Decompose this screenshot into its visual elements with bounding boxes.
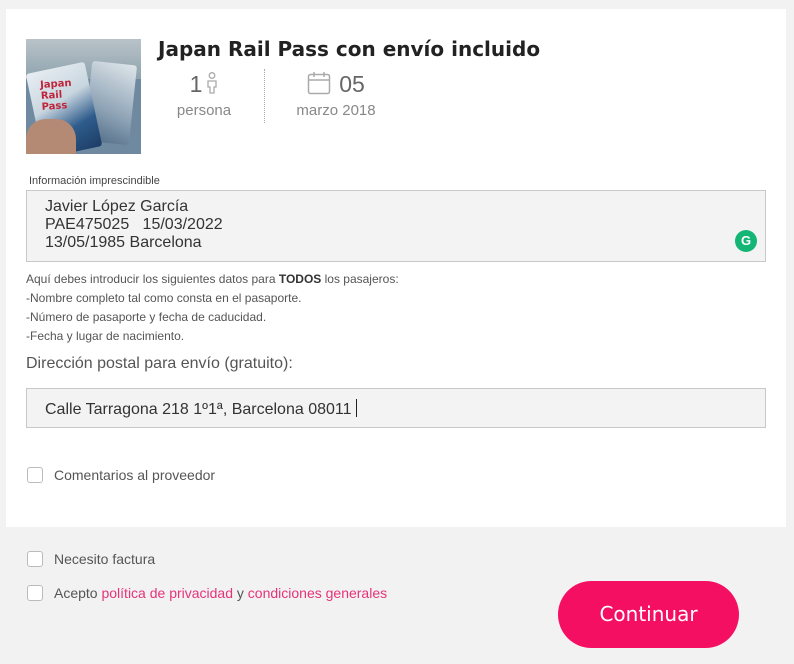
- terms-prefix: Acepto: [54, 585, 102, 601]
- info-line-2: PAE475025 15/03/2022: [45, 216, 223, 233]
- comments-checkbox-label: Comentarios al proveedor: [54, 467, 216, 483]
- date-day: 05: [339, 71, 365, 97]
- product-title: Japan Rail Pass con envío incluido: [158, 37, 541, 61]
- persons-count: 1: [189, 71, 203, 97]
- calendar-icon: [307, 72, 331, 95]
- continue-button[interactable]: Continuar: [558, 581, 739, 648]
- address-label: Dirección postal para envío (gratuito):: [26, 355, 293, 372]
- comments-checkbox-row[interactable]: Comentarios al proveedor: [27, 467, 215, 483]
- passenger-info-textarea[interactable]: Javier López García PAE475025 15/03/2022…: [26, 190, 766, 262]
- invoice-checkbox-row[interactable]: Necesito factura: [27, 551, 155, 567]
- product-image: Japan Rail Pass: [26, 39, 141, 154]
- terms-checkbox[interactable]: [27, 585, 43, 601]
- booking-card: Japan Rail Pass Japan Rail Pass con enví…: [6, 9, 786, 527]
- person-icon: [207, 72, 218, 94]
- privacy-policy-link[interactable]: política de privacidad: [101, 585, 233, 601]
- address-value: Calle Tarragona 218 1º1ª, Barcelona 0801…: [45, 401, 352, 418]
- persons-info: 1 persona: [164, 71, 244, 119]
- comments-checkbox[interactable]: [27, 467, 43, 483]
- grammarly-icon[interactable]: G: [735, 230, 757, 252]
- date-info: 05 marzo 2018: [276, 71, 396, 119]
- conditions-link[interactable]: condiciones generales: [248, 585, 387, 601]
- terms-checkbox-row: Acepto política de privacidad y condicio…: [27, 585, 387, 601]
- invoice-checkbox-label: Necesito factura: [54, 551, 156, 567]
- info-field-label: Información imprescindible: [29, 175, 160, 187]
- date-month-year: marzo 2018: [296, 102, 376, 119]
- invoice-checkbox[interactable]: [27, 551, 43, 567]
- help-text: Aquí debes introducir los siguientes dat…: [26, 272, 399, 343]
- info-line-1: Javier López García: [45, 198, 189, 215]
- meta-divider: [264, 69, 265, 123]
- text-caret: [355, 399, 357, 417]
- info-line-3: 13/05/1985 Barcelona: [45, 234, 202, 251]
- persons-label: persona: [176, 102, 232, 119]
- product-image-text: Japan Rail Pass: [39, 77, 72, 113]
- terms-middle: y: [233, 585, 248, 601]
- address-input[interactable]: Calle Tarragona 218 1º1ª, Barcelona 0801…: [26, 388, 766, 428]
